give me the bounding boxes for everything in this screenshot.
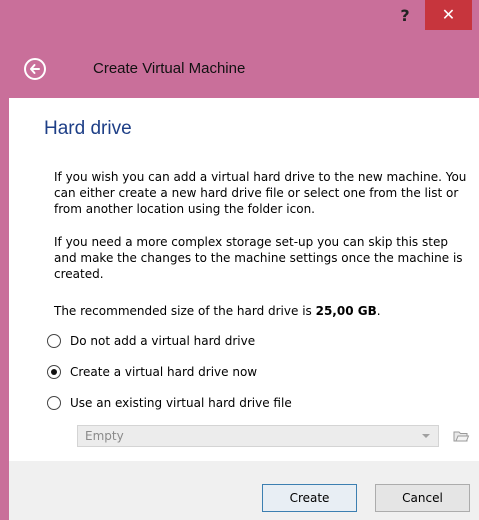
close-button[interactable]: ✕: [425, 0, 472, 30]
option-no-disk[interactable]: Do not add a virtual hard drive: [47, 332, 255, 350]
existing-disk-select-value: Empty: [85, 429, 124, 443]
page-title: Hard drive: [44, 118, 132, 139]
description-paragraph: If you wish you can add a virtual hard d…: [54, 170, 467, 216]
option-create-disk-label[interactable]: Create a virtual hard drive now: [70, 365, 257, 379]
dialog-header: Create Virtual Machine: [0, 43, 479, 98]
option-existing-disk-label[interactable]: Use an existing virtual hard drive file: [70, 396, 292, 410]
dialog-title: Create Virtual Machine: [93, 60, 246, 77]
title-bar: ? ✕: [0, 0, 479, 43]
existing-disk-select: Empty: [77, 425, 439, 447]
chevron-down-icon: [422, 434, 430, 438]
create-button-label: Create: [289, 491, 330, 505]
content-panel: Hard drive If you wish you can add a vir…: [9, 98, 479, 461]
dialog-footer: Create Cancel: [9, 461, 479, 520]
create-vm-window: ? ✕ Create Virtual Machine Hard drive If…: [0, 0, 479, 520]
option-create-disk[interactable]: Create a virtual hard drive now: [47, 363, 257, 381]
close-icon: ✕: [441, 5, 456, 24]
recommended-size-value: 25,00 GB: [315, 304, 377, 318]
cancel-button[interactable]: Cancel: [375, 484, 470, 512]
back-button[interactable]: [24, 58, 46, 80]
back-arrow-icon: [30, 64, 40, 74]
recommended-size-prefix: The recommended size of the hard drive i…: [54, 304, 316, 318]
recommended-size-text: The recommended size of the hard drive i…: [54, 303, 474, 319]
cancel-button-label: Cancel: [402, 491, 443, 505]
advanced-storage-paragraph: If you need a more complex storage set-u…: [54, 235, 463, 281]
radio-existing-disk[interactable]: [47, 396, 61, 410]
radio-no-disk[interactable]: [47, 334, 61, 348]
recommended-size-suffix: .: [376, 304, 381, 318]
choose-disk-file-button: [452, 427, 470, 445]
option-no-disk-label[interactable]: Do not add a virtual hard drive: [70, 334, 255, 348]
option-existing-disk[interactable]: Use an existing virtual hard drive file: [47, 394, 292, 412]
folder-icon: [453, 431, 470, 442]
help-button[interactable]: ?: [388, 5, 422, 27]
radio-create-disk[interactable]: [47, 365, 61, 379]
create-button[interactable]: Create: [262, 484, 357, 512]
